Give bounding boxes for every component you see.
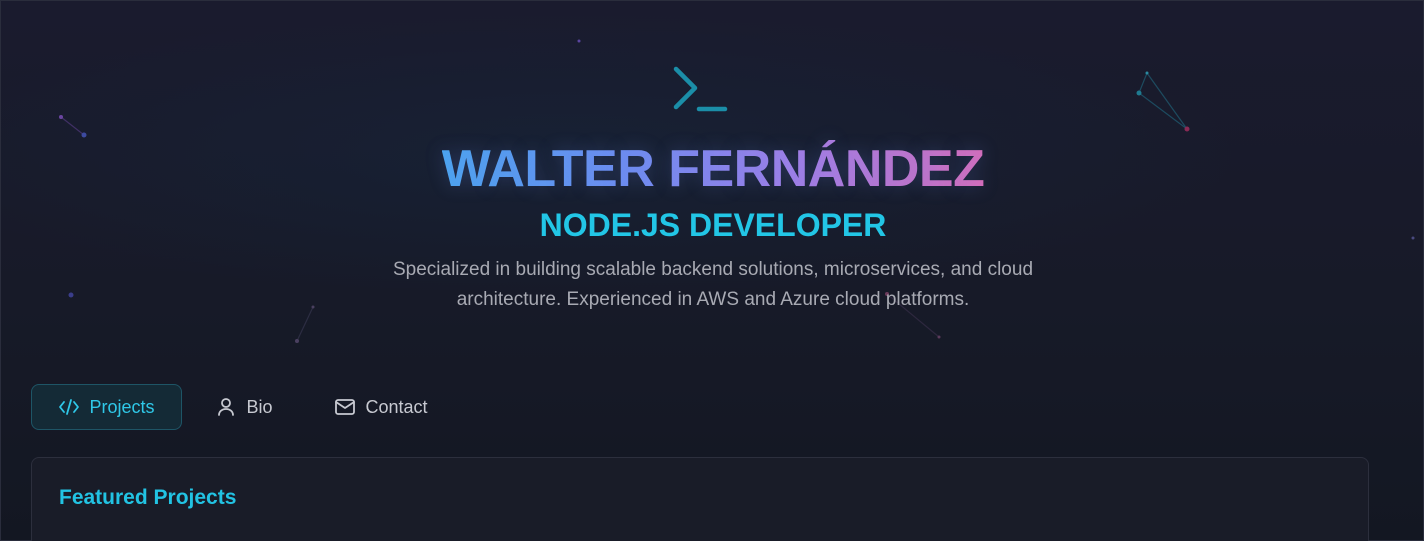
featured-projects-card: Featured Projects: [31, 457, 1369, 541]
tab-contact-label: Contact: [365, 396, 428, 417]
developer-bio: Specialized in building scalable backend…: [363, 255, 1063, 315]
navigation-tabs: Projects Bio Contact: [31, 384, 456, 430]
tab-bio[interactable]: Bio: [182, 384, 306, 430]
tab-bio-label: Bio: [246, 396, 273, 417]
section-title: Featured Projects: [59, 486, 237, 509]
developer-name: WALTER FERNÁNDEZ: [441, 140, 985, 198]
user-icon: [215, 396, 237, 418]
bio-line-2: architecture. Experienced in AWS and Azu…: [456, 289, 970, 310]
terminal-icon: [673, 66, 728, 112]
tab-projects-label: Projects: [89, 396, 155, 417]
developer-role: NODE.JS DEVELOPER: [539, 207, 887, 243]
tab-contact[interactable]: Contact: [306, 384, 456, 430]
tab-projects[interactable]: Projects: [31, 384, 182, 430]
mail-icon: [334, 396, 356, 418]
code-icon: [58, 396, 80, 418]
bio-line-1: Specialized in building scalable backend…: [392, 259, 1034, 280]
